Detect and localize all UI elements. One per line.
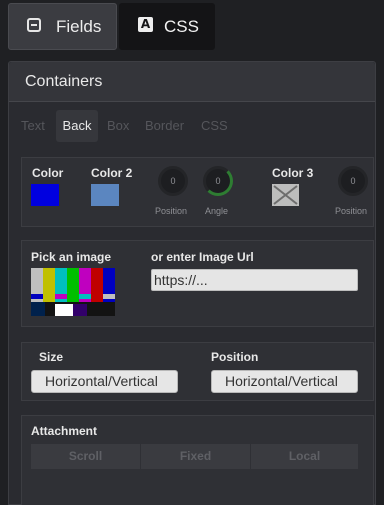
attachment-local[interactable]: Local: [251, 444, 358, 469]
position-label: Position: [211, 350, 259, 364]
size-position-section: Size Horizontal/Vertical Position Horizo…: [21, 342, 374, 401]
color2-swatch[interactable]: [91, 184, 119, 206]
panel-title: Containers: [25, 73, 103, 90]
color-swatch[interactable]: [31, 184, 59, 206]
image-url-input[interactable]: https://...: [151, 269, 358, 291]
position-knob[interactable]: 0: [158, 166, 188, 196]
image-preview[interactable]: [31, 268, 115, 316]
image-section: Pick an image or enter Image Url https:/…: [21, 240, 374, 327]
tab-fields[interactable]: Fields: [8, 3, 117, 50]
sub-tab-text[interactable]: Text: [21, 110, 51, 142]
angle-knob[interactable]: 0: [203, 166, 233, 196]
color2-label: Color 2: [91, 166, 133, 180]
color3-label: Color 3: [272, 166, 314, 180]
position-knob-label: Position: [155, 206, 188, 216]
position2-knob-value: 0: [350, 176, 356, 186]
image-url-label: or enter Image Url: [151, 250, 254, 264]
position2-knob[interactable]: 0: [338, 166, 368, 196]
attachment-scroll[interactable]: Scroll: [31, 444, 140, 469]
tab-fields-label: Fields: [56, 17, 102, 36]
transparent-pattern-icon: [273, 185, 298, 205]
text-style-icon: A: [138, 17, 153, 32]
attachment-fixed[interactable]: Fixed: [141, 444, 250, 469]
attachment-label: Attachment: [31, 424, 98, 438]
containers-panel: Containers Text Back Box Border CSS Colo…: [8, 61, 376, 505]
tab-css[interactable]: A CSS: [119, 3, 215, 50]
angle-knob-label: Angle: [205, 206, 229, 216]
tab-css-label: CSS: [164, 17, 199, 36]
color-bars-image: [31, 268, 115, 316]
sub-tab-back[interactable]: Back: [56, 110, 98, 142]
sub-tab-css[interactable]: CSS: [201, 110, 235, 142]
angle-knob-value: 0: [215, 176, 221, 186]
sub-tab-border[interactable]: Border: [145, 110, 193, 142]
color-label: Color: [32, 166, 64, 180]
panel-header: Containers: [9, 62, 375, 102]
pick-image-label: Pick an image: [31, 250, 112, 264]
position2-knob-label: Position: [335, 206, 368, 216]
colors-section: Color Color 2 0 Position 0 Angle Color 3…: [21, 157, 374, 227]
size-select[interactable]: Horizontal/Vertical: [31, 370, 178, 393]
attachment-section: Attachment Scroll Fixed Local: [21, 415, 374, 505]
form-icon: [27, 18, 41, 32]
color3-swatch[interactable]: [272, 184, 299, 206]
size-label: Size: [39, 350, 64, 364]
sub-tab-box[interactable]: Box: [107, 110, 137, 142]
position-select[interactable]: Horizontal/Vertical: [211, 370, 358, 393]
position-knob-value: 0: [170, 176, 176, 186]
